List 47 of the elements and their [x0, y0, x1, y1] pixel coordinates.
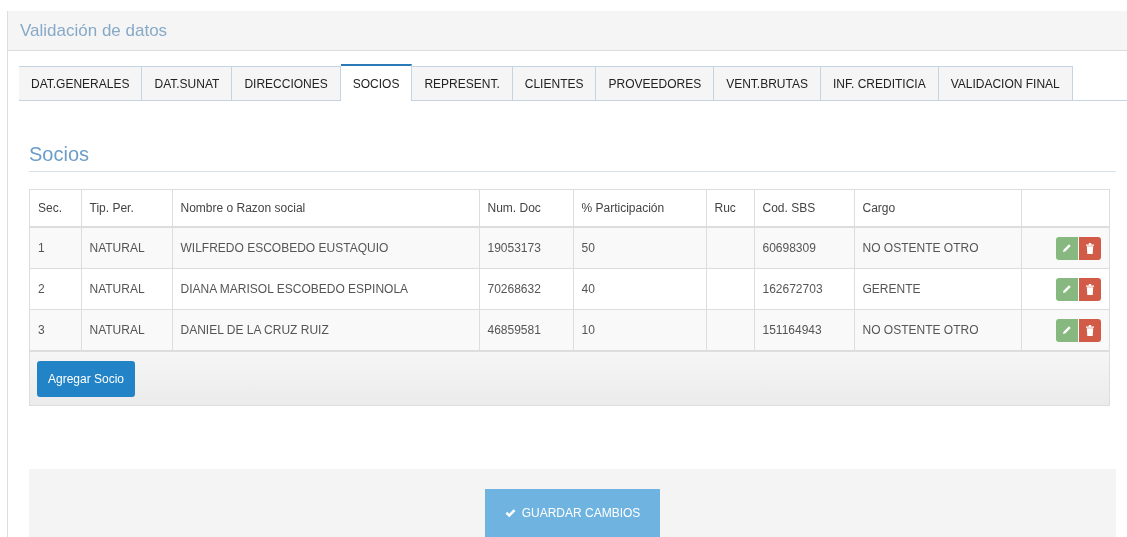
table-cell: 3 — [30, 309, 81, 351]
table-cell: 50 — [573, 227, 706, 269]
table-cell: DIANA MARISOL ESCOBEDO ESPINOLA — [172, 268, 479, 310]
delete-button[interactable] — [1079, 318, 1101, 342]
trash-icon — [1086, 324, 1094, 336]
pencil-icon — [1062, 325, 1072, 335]
trash-icon — [1086, 242, 1094, 254]
table-cell: 1 — [30, 227, 81, 269]
edit-button[interactable] — [1056, 277, 1078, 301]
tab[interactable]: VALIDACION FINAL — [938, 66, 1073, 100]
table-cell: 70268632 — [479, 268, 573, 310]
table-cell: 60698309 — [754, 227, 854, 269]
tab[interactable]: DAT.SUNAT — [142, 66, 233, 100]
section-title: Socios — [29, 143, 90, 165]
delete-button[interactable] — [1079, 277, 1101, 301]
add-button[interactable]: Agregar Socio — [37, 360, 136, 397]
tab[interactable]: DAT.GENERALES — [19, 66, 143, 100]
table-cell: GERENTE — [854, 268, 1021, 310]
table-cell: 10 — [573, 309, 706, 351]
table-cell: NO OSTENTE OTRO — [854, 309, 1021, 351]
table-cell: 2 — [30, 268, 81, 310]
table-cell: NATURAL — [81, 268, 172, 310]
table-cell: 40 — [573, 268, 706, 310]
tab[interactable]: CLIENTES — [512, 66, 597, 100]
tab[interactable]: VENT.BRUTAS — [714, 66, 821, 100]
tab[interactable]: INF. CREDITICIA — [820, 66, 939, 100]
table-cell: NO OSTENTE OTRO — [854, 227, 1021, 269]
delete-button[interactable] — [1079, 236, 1101, 260]
check-icon — [504, 508, 516, 518]
table-cell: NATURAL — [81, 309, 172, 351]
tab[interactable]: REPRESENT. — [412, 66, 513, 100]
tab[interactable]: PROVEEDORES — [596, 66, 715, 100]
table-cell: DANIEL DE LA CRUZ RUIZ — [172, 309, 479, 351]
pencil-icon — [1062, 243, 1072, 253]
panel-title: Validación de datos — [20, 20, 168, 41]
table-cell: 151164943 — [754, 309, 854, 351]
table-cell: WILFREDO ESCOBEDO EUSTAQUIO — [172, 227, 479, 269]
table-cell: 19053173 — [479, 227, 573, 269]
edit-button[interactable] — [1056, 318, 1078, 342]
tab[interactable]: DIRECCIONES — [232, 66, 341, 100]
table-cell: NATURAL — [81, 227, 172, 269]
edit-button[interactable] — [1056, 236, 1078, 260]
table-cell: 46859581 — [479, 309, 573, 351]
pencil-icon — [1062, 284, 1072, 294]
table-cell: 162672703 — [754, 268, 854, 310]
tab[interactable]: SOCIOS — [340, 64, 413, 101]
trash-icon — [1086, 283, 1094, 295]
